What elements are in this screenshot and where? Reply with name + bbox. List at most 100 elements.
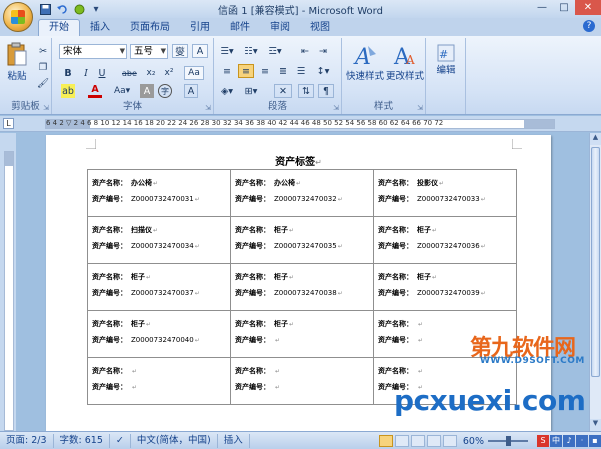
editing-button[interactable]: # 编辑 xyxy=(430,44,462,76)
close-button[interactable]: ✕ xyxy=(575,0,601,15)
status-page[interactable]: 页面: 2/3 xyxy=(0,433,54,448)
chinese-layout-icon[interactable]: ✕ xyxy=(274,84,292,98)
char-border-icon[interactable]: A xyxy=(192,44,208,58)
asset-label-cell[interactable]: 资产名称： 扫描仪↵ 资产编号： Z0000732470034↵ xyxy=(87,216,231,264)
office-button[interactable] xyxy=(3,2,33,32)
align-left-icon[interactable]: ≡ xyxy=(220,64,234,78)
ime-dot-icon[interactable]: · xyxy=(576,435,588,447)
format-painter-icon[interactable]: 🖌 xyxy=(36,76,50,90)
asset-number-value: Z0000732470032 xyxy=(274,195,337,203)
font-launcher-icon[interactable]: ⇲ xyxy=(205,104,211,112)
borders-icon[interactable]: ⊞▾ xyxy=(244,84,258,98)
strikethrough-button[interactable]: abe xyxy=(122,66,137,80)
tab-view[interactable]: 视图 xyxy=(300,20,340,36)
scroll-down-icon[interactable]: ▼ xyxy=(590,419,601,431)
asset-name-label: 资产名称： xyxy=(92,320,127,328)
tab-home[interactable]: 开始 xyxy=(38,19,80,36)
maximize-button[interactable]: □ xyxy=(553,0,575,15)
zoom-level[interactable]: 60% xyxy=(463,436,484,447)
asset-label-cell[interactable]: 资产名称： 柜子↵ 资产编号： Z0000732470035↵ xyxy=(230,216,374,264)
ruler-ticks: 6 4 2 ▽ 2 4 6 8 10 12 14 16 18 20 22 24 … xyxy=(46,119,444,127)
tab-references[interactable]: 引用 xyxy=(180,20,220,36)
help-icon[interactable]: ? xyxy=(583,20,595,32)
paragraph-mark: ↵ xyxy=(146,321,152,328)
quick-styles-button[interactable]: A 快速样式 xyxy=(346,42,384,82)
zoom-slider[interactable] xyxy=(488,436,528,446)
web-layout-view-icon[interactable] xyxy=(410,435,425,447)
asset-label-cell[interactable]: 资产名称： 柜子↵ 资产编号： Z0000732470036↵ xyxy=(373,216,517,264)
show-marks-icon[interactable]: ¶ xyxy=(318,84,334,98)
change-styles-button[interactable]: AA 更改样式 xyxy=(386,42,424,82)
numbering-icon[interactable]: ☷▾ xyxy=(244,44,258,58)
highlight-icon[interactable]: ab xyxy=(61,84,75,98)
ime-sound-icon[interactable]: ♪ xyxy=(563,435,575,447)
underline-button[interactable]: U xyxy=(95,66,109,80)
full-screen-view-icon[interactable] xyxy=(394,435,409,447)
tab-insert[interactable]: 插入 xyxy=(80,20,120,36)
ime-zh-icon[interactable]: 中 xyxy=(550,435,562,447)
align-right-icon[interactable]: ≡ xyxy=(258,64,272,78)
tab-review[interactable]: 审阅 xyxy=(260,20,300,36)
italic-button[interactable]: I xyxy=(79,66,93,80)
font-name-combo[interactable]: 宋体 ▼ xyxy=(59,44,127,59)
outline-view-icon[interactable] xyxy=(426,435,441,447)
asset-name-label: 资产名称： xyxy=(235,320,270,328)
distributed-icon[interactable]: ☰ xyxy=(294,64,308,78)
phonetic-guide-icon[interactable]: 燮 xyxy=(172,44,188,58)
shading-icon[interactable]: ◈▾ xyxy=(220,84,234,98)
paste-button[interactable]: 粘贴 xyxy=(4,42,30,82)
scroll-up-icon[interactable]: ▲ xyxy=(590,133,601,145)
asset-label-cell[interactable]: 资产名称： 柜子↵ 资产编号： Z0000732470037↵ xyxy=(87,263,231,311)
ime-keyboard-icon[interactable]: ▪ xyxy=(589,435,601,447)
justify-icon[interactable]: ≣ xyxy=(276,64,290,78)
status-mode[interactable]: 插入 xyxy=(218,433,250,448)
asset-name-label: 资产名称： xyxy=(378,320,413,328)
tab-mailings[interactable]: 邮件 xyxy=(220,20,260,36)
tab-selector[interactable]: L xyxy=(3,118,14,129)
clear-format-button[interactable]: Aa xyxy=(184,66,204,80)
status-language[interactable]: 中文(简体，中国) xyxy=(131,433,218,448)
sort-icon[interactable]: ⇅ xyxy=(298,84,314,98)
asset-label-cell[interactable]: 资产名称： 柜子↵ 资产编号： ↵ xyxy=(230,310,374,358)
decrease-indent-icon[interactable]: ⇤ xyxy=(298,44,312,58)
cut-icon[interactable]: ✂ xyxy=(36,44,50,58)
align-center-icon[interactable]: ≡ xyxy=(238,64,254,78)
asset-label-cell[interactable]: 资产名称： ↵ 资产编号： ↵ xyxy=(87,357,231,405)
change-case-button[interactable]: Aa▾ xyxy=(114,84,130,98)
vertical-scrollbar[interactable]: ▲ ▼ xyxy=(589,133,601,431)
bold-button[interactable]: B xyxy=(61,66,75,80)
status-proofing-icon[interactable]: ✓ xyxy=(110,433,131,448)
draft-view-icon[interactable] xyxy=(442,435,457,447)
asset-label-cell[interactable]: 资产名称： 柜子↵ 资产编号： Z0000732470038↵ xyxy=(230,263,374,311)
tab-page-layout[interactable]: 页面布局 xyxy=(120,20,180,36)
styles-launcher-icon[interactable]: ⇲ xyxy=(417,104,423,112)
asset-label-cell[interactable]: 资产名称： 投影仪↵ 资产编号： Z0000732470033↵ xyxy=(373,169,517,217)
asset-label-cell[interactable]: 资产名称： 柜子↵ 资产编号： Z0000732470040↵ xyxy=(87,310,231,358)
asset-label-cell[interactable]: 资产名称： 办公椅↵ 资产编号： Z0000732470031↵ xyxy=(87,169,231,217)
ime-s-icon[interactable]: S xyxy=(537,435,549,447)
asset-number-line: 资产编号： Z0000732470040↵ xyxy=(92,335,226,351)
paragraph-launcher-icon[interactable]: ⇲ xyxy=(333,104,339,112)
minimize-button[interactable]: — xyxy=(531,0,553,15)
status-words[interactable]: 字数: 615 xyxy=(54,433,110,448)
superscript-button[interactable]: x² xyxy=(162,66,176,80)
asset-label-cell[interactable]: 资产名称： 办公椅↵ 资产编号： Z0000732470032↵ xyxy=(230,169,374,217)
copy-icon[interactable]: ❐ xyxy=(36,60,50,74)
scroll-thumb[interactable] xyxy=(591,147,600,377)
asset-label-cell[interactable]: 资产名称： 柜子↵ 资产编号： Z0000732470039↵ xyxy=(373,263,517,311)
increase-indent-icon[interactable]: ⇥ xyxy=(316,44,330,58)
multilevel-list-icon[interactable]: ☲▾ xyxy=(268,44,282,58)
subscript-button[interactable]: x₂ xyxy=(144,66,158,80)
char-scale-button[interactable]: A xyxy=(184,84,198,98)
char-shading-button[interactable]: A xyxy=(140,84,154,98)
zoom-slider-knob[interactable] xyxy=(506,436,511,446)
line-spacing-icon[interactable]: ↕▾ xyxy=(316,64,330,78)
font-color-button[interactable]: A xyxy=(88,84,102,98)
asset-label-cell[interactable]: 资产名称： ↵ 资产编号： ↵ xyxy=(230,357,374,405)
clipboard-launcher-icon[interactable]: ⇲ xyxy=(43,104,49,112)
bullets-icon[interactable]: ☰▾ xyxy=(220,44,234,58)
print-layout-view-icon[interactable] xyxy=(378,435,393,447)
enclose-char-icon[interactable]: 字 xyxy=(158,84,172,98)
font-size-combo[interactable]: 五号 ▼ xyxy=(130,44,168,59)
horizontal-ruler[interactable]: L 6 4 2 ▽ 2 4 6 8 10 12 14 16 18 20 22 2… xyxy=(0,116,601,132)
